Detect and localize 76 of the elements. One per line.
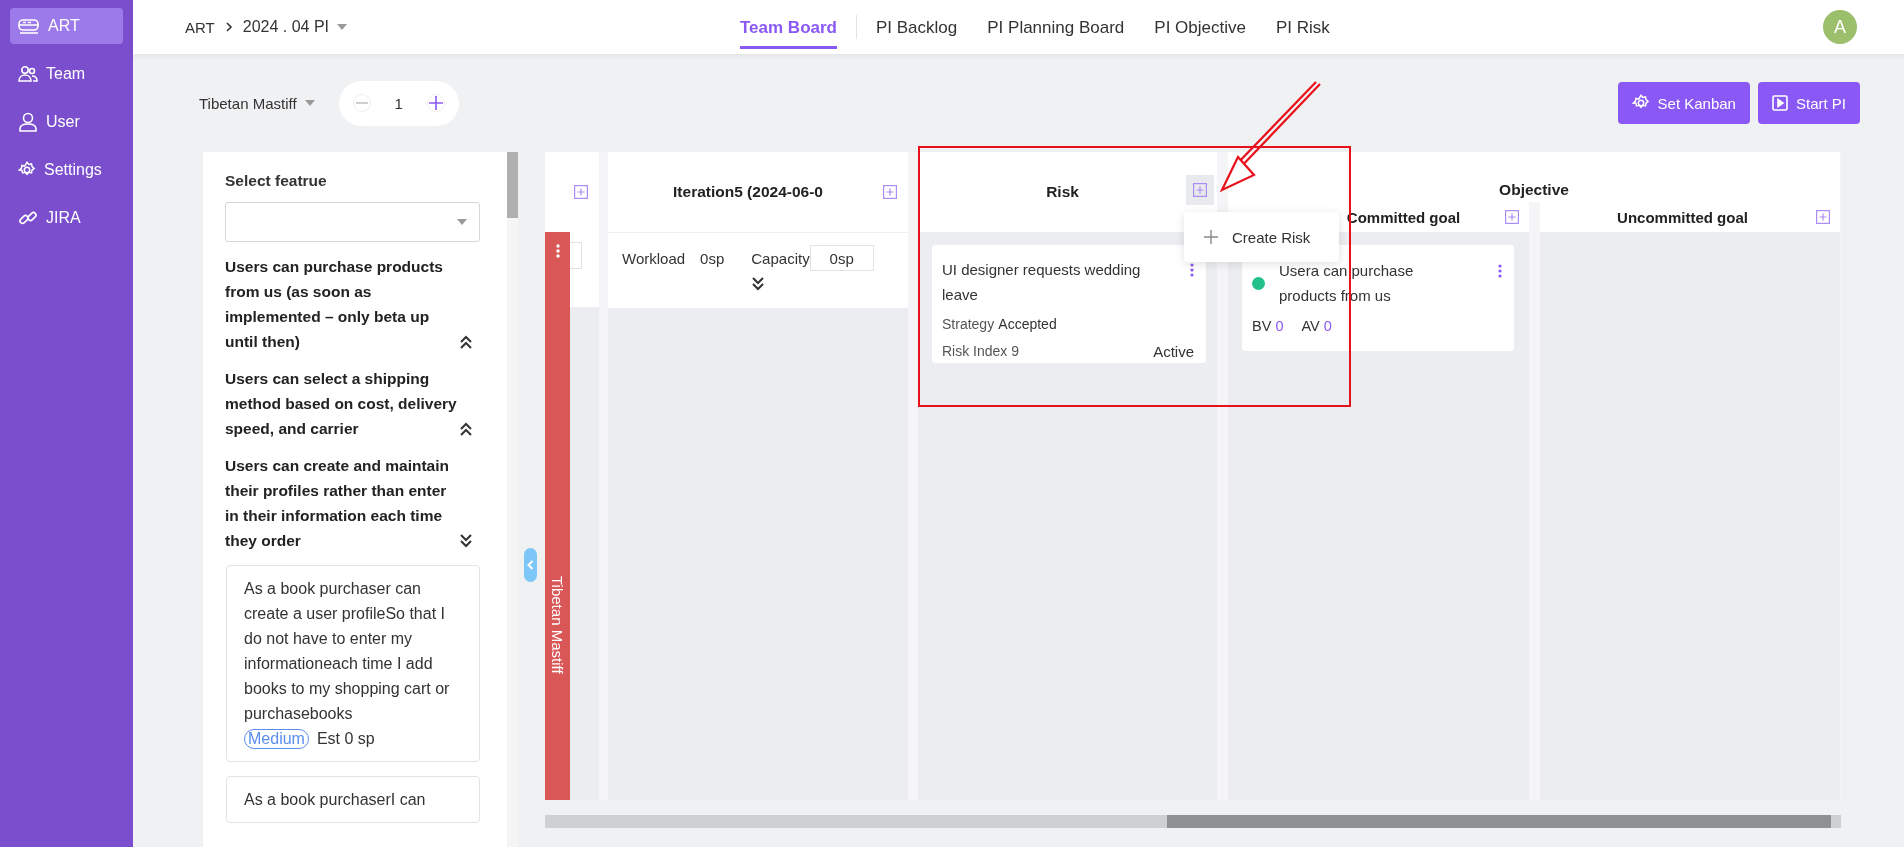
column-title: Risk — [1046, 183, 1079, 201]
column-title: Uncommitted goal — [1617, 208, 1748, 226]
stepper[interactable]: 1 — [338, 80, 459, 126]
more-icon[interactable] — [555, 244, 560, 258]
sidebar-item[interactable]: Settings — [10, 152, 123, 188]
group-title: Objective — [1499, 181, 1569, 199]
settings-button[interactable]: Set Kanban — [1617, 82, 1750, 124]
bv-label: BV — [1252, 318, 1272, 334]
capacity-label: Capacity — [751, 249, 810, 267]
tab[interactable]: PI Planning Board — [987, 5, 1125, 49]
scrollbar-thumb[interactable] — [1167, 815, 1831, 828]
breadcrumb-current[interactable]: 2024 . 04 PI — [242, 18, 330, 36]
minus-icon[interactable] — [352, 94, 371, 112]
chevron-left-icon — [527, 560, 534, 570]
story-text: As a book purchaserI can — [244, 790, 427, 810]
av-value: 0 — [1323, 318, 1332, 334]
bv-value: 0 — [1275, 318, 1284, 334]
swimlane-bar[interactable]: Tibetan Mastiff — [545, 232, 570, 800]
play-icon — [1771, 95, 1788, 111]
story-card[interactable]: As a book purchaserI can — [226, 776, 480, 823]
add-icon[interactable] — [883, 185, 897, 199]
feature-select[interactable] — [225, 202, 480, 242]
collapse-icon[interactable] — [459, 422, 473, 436]
add-icon[interactable] — [1816, 210, 1830, 224]
column-title: Iteration5 (2024-06-0 — [673, 183, 823, 201]
expand-icon[interactable] — [459, 534, 473, 548]
sidebar-item[interactable]: User — [10, 104, 123, 140]
risk-card[interactable]: UI designer requests wedding leave Strategy Accepted Risk Index 9 Active — [932, 245, 1206, 363]
workload-label: Workload — [622, 249, 686, 267]
sidebar-item[interactable]: JIRA — [10, 200, 123, 236]
people-icon — [18, 65, 38, 83]
dropdown-icon[interactable] — [304, 100, 315, 106]
plus-icon — [1204, 230, 1218, 244]
sidebar-item[interactable]: Team — [10, 56, 123, 92]
tab[interactable]: PI Risk — [1275, 5, 1330, 49]
risk-status: Active — [1153, 342, 1194, 362]
start-button[interactable]: Start PI — [1757, 82, 1860, 124]
dropdown-icon[interactable] — [337, 24, 348, 30]
add-icon[interactable] — [1505, 210, 1519, 224]
team-selector[interactable]: Tibetan Mastiff — [199, 94, 297, 112]
more-icon[interactable] — [1498, 264, 1502, 278]
av-label: AV — [1301, 318, 1320, 334]
input-field[interactable] — [570, 242, 582, 269]
swimlane-name: Tibetan Mastiff — [549, 576, 566, 676]
tab[interactable]: PI Backlog — [876, 5, 958, 49]
collapse-icon[interactable] — [459, 335, 473, 349]
story-text: As a book purchaser can create a user profileSo that I do not have to enter my informationeach time I add books to my shopping cart or purchasebooks — [244, 579, 451, 724]
feature-title: Users can purchase products from us (as soon as implemented – only beta up until then) — [225, 257, 444, 352]
dropdown-icon[interactable] — [457, 219, 467, 225]
feature-title: Users can select a shipping method based on cost, delivery speed, and carrier — [225, 369, 457, 439]
menu-item[interactable]: Create Risk — [1184, 212, 1339, 262]
card-title: UI designer requests wedding leave — [942, 260, 1142, 305]
panel-title: Select featrue — [225, 172, 328, 190]
story-card[interactable]: As a book purchaser can create a user profileSo that I do not have to enter my informationeach time I add books to my shopping cart or purchasebooks Medium Est 0 sp — [226, 565, 480, 762]
add-icon[interactable] — [574, 185, 588, 199]
capacity-field[interactable]: 0sp — [809, 245, 874, 271]
breadcrumb-link[interactable]: ART — [185, 18, 215, 36]
expand-icon[interactable] — [751, 277, 765, 291]
chevron-icon — [224, 22, 233, 32]
person-icon — [18, 112, 38, 132]
feature-title: Users can create and maintain their profiles rather than enter in their information each time they order — [225, 456, 450, 551]
add-icon[interactable] — [1193, 183, 1207, 197]
strategy-label: Strategy — [942, 316, 995, 332]
strategy-value: Accepted — [998, 316, 1057, 332]
collapse-handle[interactable] — [524, 548, 537, 582]
risk-index: Risk Index 9 — [942, 342, 1020, 361]
tab[interactable]: PI Objective — [1154, 5, 1246, 49]
scrollbar-thumb[interactable] — [507, 152, 518, 218]
add-button[interactable] — [1186, 175, 1214, 205]
plus-icon[interactable] — [426, 94, 445, 112]
estimate: Est 0 sp — [316, 730, 375, 747]
stepper-value: 1 — [394, 94, 403, 112]
train-icon — [18, 17, 40, 35]
workload-value: 0sp — [700, 249, 725, 267]
more-icon[interactable] — [1190, 263, 1194, 277]
tab[interactable]: Team Board — [740, 5, 837, 49]
